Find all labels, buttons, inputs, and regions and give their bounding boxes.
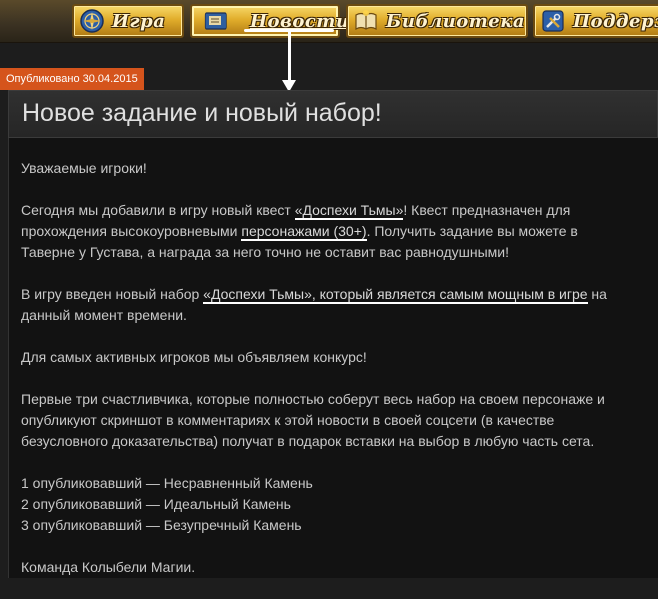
prize-item: 1 опубликовавший — Несравненный Камень (21, 475, 313, 491)
nav-label-game: Игра (112, 11, 166, 32)
p1-text-1: Сегодня мы добавили в игру новый квест (21, 202, 295, 218)
nav-label-support: Поддерж (573, 11, 658, 32)
paragraph-quest: Сегодня мы добавили в игру новый квест «… (21, 200, 631, 263)
prize-list: 1 опубликовавший — Несравненный Камень 2… (21, 473, 631, 536)
nav-button-game[interactable]: Игра (72, 4, 184, 38)
prize-item: 3 опубликовавший — Безупречный Камень (21, 517, 302, 533)
greeting: Уважаемые игроки! (21, 160, 147, 176)
nav-button-library[interactable]: Библиотека (346, 4, 528, 38)
paragraph-set: В игру введен новый набор «Доспехи Тьмы»… (21, 284, 631, 326)
prize-item: 2 опубликовавший — Идеальный Камень (21, 496, 291, 512)
nav-label-library: Библиотека (386, 11, 526, 32)
newspaper-icon (204, 12, 227, 30)
nav-button-support[interactable]: Поддерж (533, 4, 658, 38)
armor-set-link[interactable]: «Доспехи Тьмы», который является самым м… (203, 286, 588, 304)
characters-link[interactable]: персонажами (30+) (241, 223, 367, 241)
annotation-arrow-shaft (288, 32, 291, 82)
contest-rules: Первые три счастливчика, которые полност… (21, 391, 605, 449)
p2-text-1: В игру введен новый набор (21, 286, 204, 302)
publish-date-badge: Опубликовано 30.04.2015 (0, 68, 144, 90)
tools-icon (542, 10, 564, 32)
quest-link[interactable]: «Доспехи Тьмы» (294, 202, 404, 220)
compass-icon (80, 9, 104, 33)
nav-button-news[interactable]: Новости (190, 4, 349, 38)
article-content: Уважаемые игроки! Сегодня мы добавили в … (21, 158, 631, 599)
signature: Команда Колыбели Магии. (21, 559, 196, 575)
contest-announcement: Для самых активных игроков мы объявляем … (21, 349, 367, 365)
book-icon (355, 10, 377, 31)
article-title-bar: Новое задание и новый набор! (8, 90, 658, 138)
article-title: Новое задание и новый набор! (22, 99, 382, 127)
